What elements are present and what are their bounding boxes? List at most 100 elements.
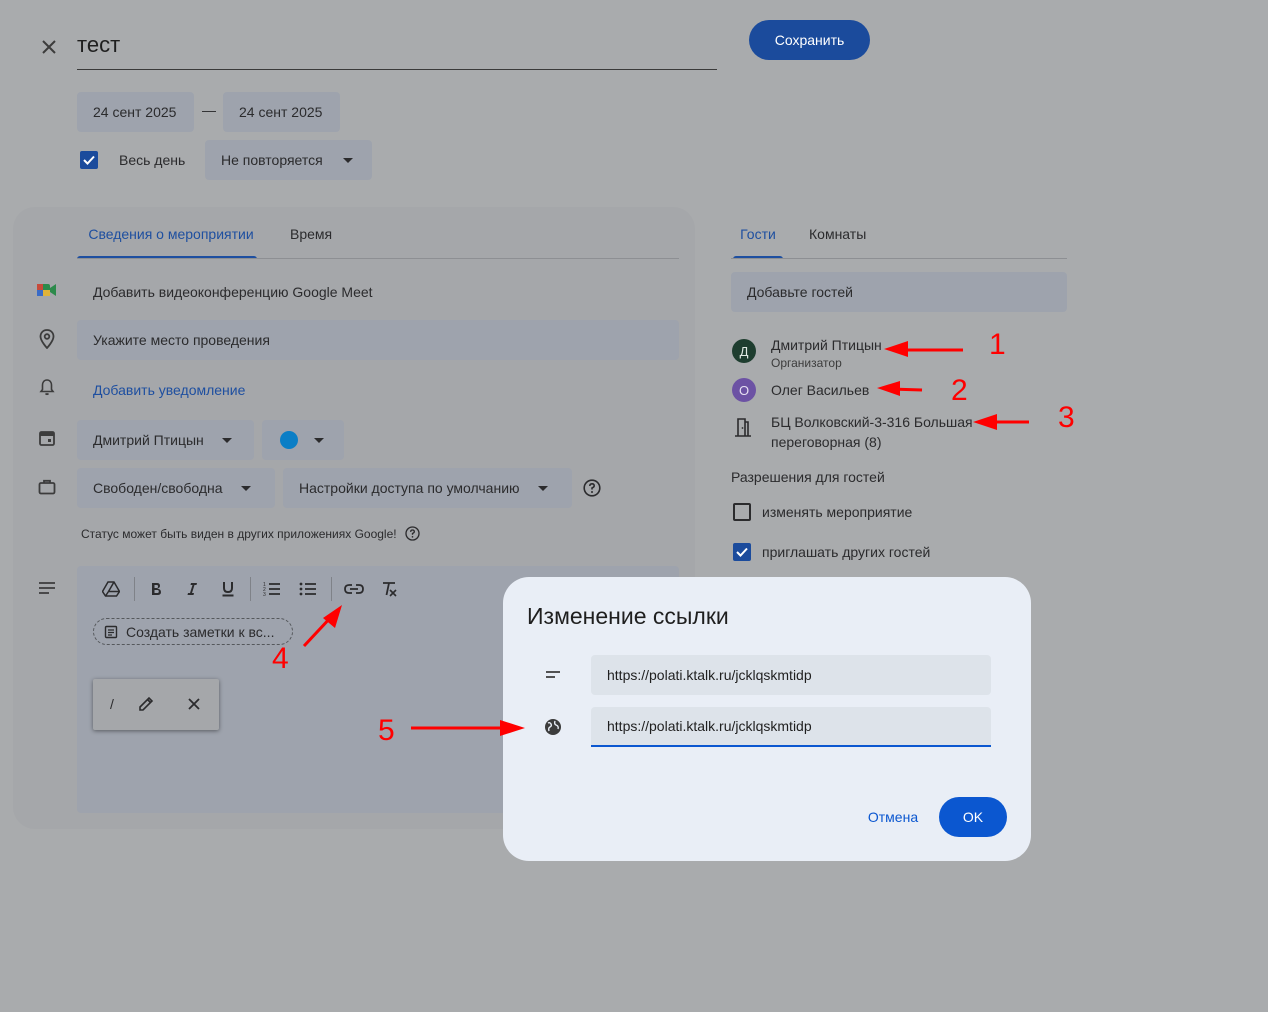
annotation-number-1: 1 [989, 328, 1006, 361]
annotation-arrow-1 [884, 341, 963, 357]
title-value: тест [77, 32, 121, 57]
annotation-arrow-2 [877, 381, 923, 396]
notes-icon [104, 625, 118, 638]
location-pin-icon [37, 328, 57, 350]
right-tabs-divider [731, 258, 1067, 259]
tab-time-label: Время [290, 226, 333, 242]
chevron-down-icon [537, 485, 548, 491]
create-notes-chip[interactable]: Создать заметки к вс... [93, 618, 293, 645]
date-separator: — [202, 102, 216, 118]
underline-icon[interactable] [217, 578, 239, 600]
permission-invite-checkbox[interactable] [733, 543, 751, 561]
repeat-dropdown[interactable]: Не повторяется [205, 140, 372, 180]
all-day-label: Весь день [119, 152, 186, 168]
start-date-value: 24 сент 2025 [93, 104, 177, 120]
edit-link-dialog: Изменение ссылки https://polati.ktalk.ru… [503, 577, 1031, 861]
add-guests-input[interactable]: Добавьте гостей [731, 272, 1067, 312]
color-swatch [280, 431, 298, 449]
calendar-owner-dropdown[interactable]: Дмитрий Птицын [77, 420, 254, 460]
bell-icon [37, 377, 57, 397]
short-text-icon [543, 665, 563, 685]
checkmark-icon [83, 155, 95, 165]
toolbar-divider [250, 577, 251, 601]
tab-guests[interactable]: Гости [731, 226, 785, 259]
all-day-checkbox[interactable] [80, 151, 98, 169]
tab-rooms[interactable]: Комнаты [809, 226, 866, 244]
link-url-value: https://polati.ktalk.ru/jcklqskmtidp [607, 718, 812, 734]
globe-icon [543, 717, 563, 737]
ok-button[interactable]: OK [939, 797, 1007, 837]
google-drive-icon[interactable] [100, 578, 122, 600]
checkmark-icon [736, 547, 748, 557]
busy-status-value: Свободен/свободна [93, 480, 223, 496]
ok-label: OK [962, 809, 984, 825]
create-notes-label: Создать заметки к вс... [126, 623, 275, 640]
guest-name[interactable]: Дмитрий Птицын [771, 337, 882, 353]
guest-avatar: О [732, 378, 756, 402]
link-url-input[interactable]: https://polati.ktalk.ru/jcklqskmtidp [591, 707, 991, 747]
link-text-value: https://polati.ktalk.ru/jcklqskmtidp [607, 667, 812, 683]
close-icon[interactable] [36, 34, 62, 60]
guest-avatar: Д [732, 339, 756, 363]
guest-permissions-title: Разрешения для гостей [731, 469, 885, 485]
help-icon[interactable] [582, 478, 602, 498]
toolbar-divider [331, 577, 332, 601]
visibility-dropdown[interactable]: Настройки доступа по умолчанию [283, 468, 572, 508]
description-icon [37, 579, 57, 597]
calendar-owner-value: Дмитрий Птицын [93, 432, 204, 448]
save-button[interactable]: Сохранить [749, 20, 870, 60]
add-notification-link[interactable]: Добавить уведомление [93, 382, 245, 398]
chevron-down-icon [314, 437, 324, 443]
room-door-icon [733, 416, 753, 438]
save-label: Сохранить [774, 32, 845, 48]
numbered-list-icon[interactable]: 123 [261, 578, 283, 600]
end-date-button[interactable]: 24 сент 2025 [223, 92, 340, 132]
status-note: Статус может быть виден в других приложе… [81, 527, 397, 541]
calendar-icon [37, 428, 57, 448]
repeat-value: Не повторяется [221, 152, 323, 168]
permission-modify-checkbox[interactable] [733, 503, 751, 521]
google-meet-icon [37, 281, 57, 299]
title-input[interactable]: тест [77, 26, 717, 70]
guest-name[interactable]: Олег Васильев [771, 382, 869, 398]
link-popup: / [93, 679, 219, 730]
link-icon[interactable] [342, 578, 366, 600]
chevron-down-icon [221, 437, 232, 443]
annotation-number-2: 2 [951, 374, 968, 407]
guest-initial: О [738, 382, 750, 398]
link-text-input[interactable]: https://polati.ktalk.ru/jcklqskmtidp [591, 655, 991, 695]
tab-rooms-label: Комнаты [809, 226, 867, 242]
cancel-button[interactable]: Отмена [855, 797, 931, 837]
start-date-button[interactable]: 24 сент 2025 [77, 92, 194, 132]
svg-text:3: 3 [263, 592, 266, 597]
guest-initial: Д [739, 343, 749, 359]
briefcase-icon [37, 477, 57, 497]
room-name[interactable]: БЦ Волковский-3-316 Большая переговорная… [771, 412, 981, 452]
tab-event-details-label: Сведения о мероприятии [88, 226, 254, 242]
color-dropdown[interactable] [262, 420, 344, 460]
remove-link-icon[interactable] [184, 694, 204, 714]
annotation-number-4: 4 [272, 642, 289, 675]
guest-role: Организатор [771, 356, 842, 370]
end-date-value: 24 сент 2025 [239, 104, 323, 120]
add-meet-link[interactable]: Добавить видеоконференцию Google Meet [93, 284, 373, 300]
tab-time[interactable]: Время [290, 226, 332, 244]
dialog-title: Изменение ссылки [527, 603, 729, 629]
tab-event-details[interactable]: Сведения о мероприятии [77, 226, 265, 259]
link-popup-text: / [110, 696, 114, 712]
location-input[interactable]: Укажите место проведения [77, 320, 679, 360]
toolbar-divider [134, 577, 135, 601]
bold-icon[interactable] [145, 578, 167, 600]
tab-guests-label: Гости [740, 226, 776, 242]
busy-status-dropdown[interactable]: Свободен/свободна [77, 468, 275, 508]
cancel-label: Отмена [867, 809, 919, 825]
clear-formatting-icon[interactable] [378, 578, 400, 600]
permission-modify-label: изменять мероприятие [762, 504, 913, 520]
bulleted-list-icon[interactable] [297, 578, 319, 600]
permission-invite-label: приглашать других гостей [762, 544, 931, 560]
help-small-icon[interactable] [404, 525, 420, 541]
edit-pencil-icon[interactable] [136, 694, 156, 714]
chevron-down-icon [240, 485, 251, 491]
annotation-arrow-3 [973, 414, 1029, 430]
italic-icon[interactable] [181, 578, 203, 600]
